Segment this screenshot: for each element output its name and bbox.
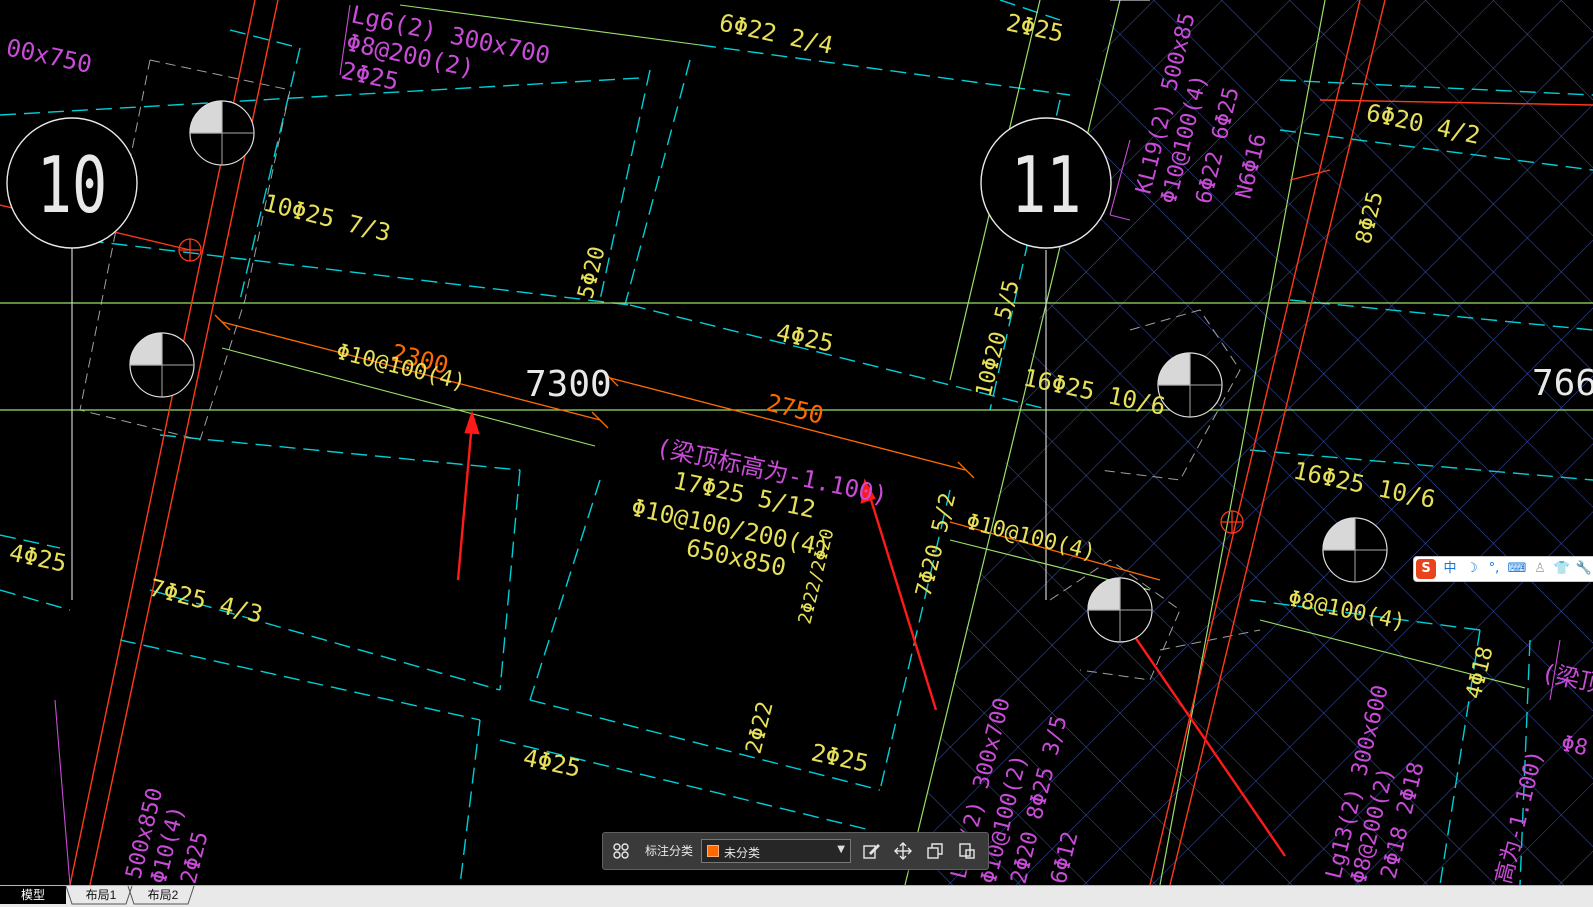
copy-icon[interactable]	[923, 839, 947, 863]
axis-bubble-10: 10	[6, 117, 138, 249]
category-value: 未分类	[724, 846, 761, 860]
sogou-logo-icon[interactable]: S	[1416, 559, 1436, 579]
tab-layout2[interactable]: 布局2	[136, 886, 190, 904]
grid-icon[interactable]	[609, 839, 633, 863]
chinese-mode-toggle[interactable]: 中	[1440, 559, 1460, 579]
svg-text:7300: 7300	[525, 364, 612, 405]
annotation-toolbar: 标注分类 未分类 ▼	[602, 832, 989, 870]
moon-icon[interactable]: ☽	[1462, 559, 1482, 579]
edit-icon[interactable]	[859, 839, 883, 863]
annotation-category-label: 标注分类	[645, 844, 694, 858]
svg-text:10: 10	[37, 141, 107, 232]
annotation-category-dropdown[interactable]: 未分类 ▼	[701, 839, 851, 863]
svg-text:7664: 7664	[1532, 363, 1593, 404]
tab-layout1[interactable]: 布局1	[74, 886, 128, 904]
chevron-down-icon: ▼	[837, 844, 845, 855]
layout-tab-bar: 模型 布局1 布局2	[0, 885, 1593, 907]
axis-bubble-11: 11	[980, 117, 1112, 249]
category-color-swatch	[707, 845, 719, 857]
tab-model[interactable]: 模型	[0, 886, 66, 904]
svg-text:11: 11	[1011, 141, 1081, 232]
ime-status-bar[interactable]: S 中 ☽ °, ⌨ ♙ 👕 🔧	[1413, 556, 1593, 582]
keyboard-icon[interactable]: ⌨	[1506, 559, 1528, 579]
skin-icon[interactable]: 👕	[1552, 559, 1572, 579]
paste-icon[interactable]	[955, 839, 979, 863]
user-icon[interactable]: ♙	[1530, 559, 1550, 579]
punctuation-icon[interactable]: °,	[1484, 559, 1504, 579]
wrench-icon[interactable]: 🔧	[1574, 559, 1593, 579]
cad-drawing-canvas[interactable]: 10 11 2300 2750 7300 7664 10Φ25 7/3 6Φ22…	[0, 0, 1593, 906]
move-icon[interactable]	[891, 839, 915, 863]
